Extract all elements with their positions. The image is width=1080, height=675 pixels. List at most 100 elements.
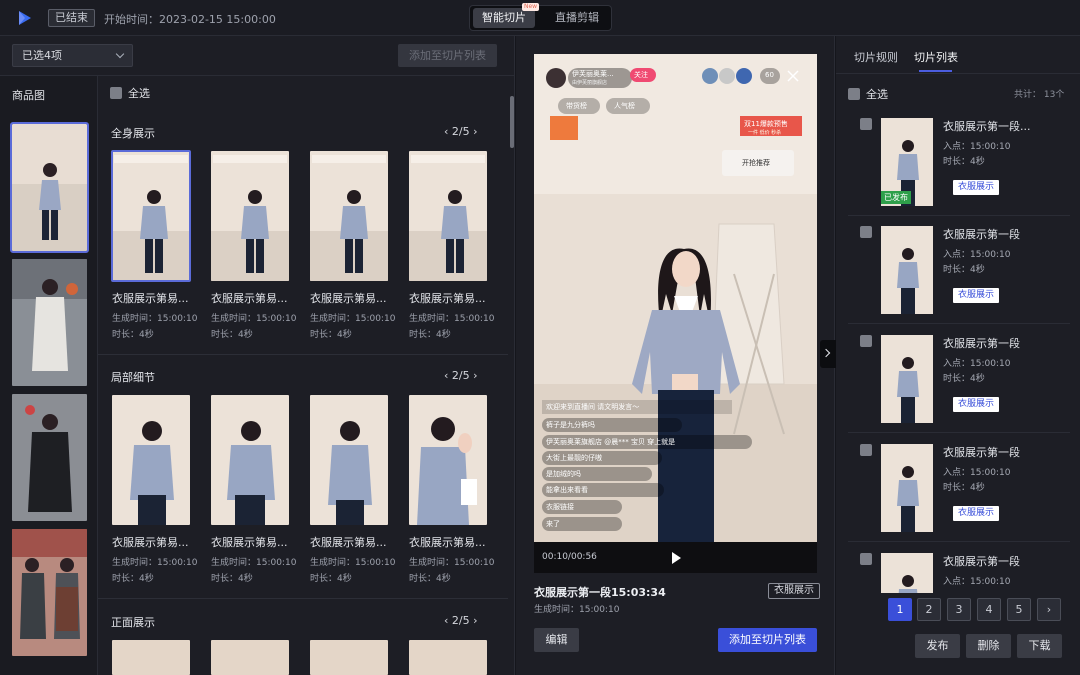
select-all-checkbox[interactable] <box>110 87 122 99</box>
clip-card[interactable] <box>112 640 190 675</box>
divider <box>98 598 508 599</box>
clip-card[interactable]: 衣服展示第易... 生成时间：15:00:10 时长：4秒 <box>310 395 396 584</box>
item-in-point: 入点：15:00:10 <box>943 359 1011 369</box>
tab-clip-list[interactable]: 切片列表 <box>914 49 958 65</box>
right-panel: 切片规则 切片列表 全选 共计： 13个 已发布 衣服展示第一段... 入点：1… <box>836 36 1080 675</box>
item-checkbox[interactable] <box>860 335 872 347</box>
page-button[interactable]: 2 <box>917 598 941 621</box>
clip-time: 生成时间：15:00:10 <box>112 314 198 324</box>
add-to-list-button[interactable]: 添加至切片列表 <box>718 628 817 652</box>
video-time: 00:10/00:56 <box>542 552 597 562</box>
add-to-list-button-disabled[interactable]: 添加至切片列表 <box>398 44 497 67</box>
item-thumbnail: 已发布 <box>881 118 933 206</box>
follow-button[interactable]: 关注 <box>634 70 648 80</box>
clip-title: 衣服展示第易... <box>211 292 288 305</box>
select-all-checkbox[interactable] <box>848 88 860 100</box>
chat-comment: 衣服链接 <box>546 503 574 511</box>
item-duration: 时长：4秒 <box>943 374 985 384</box>
tab-live-edit[interactable]: 直播剪辑 <box>546 8 608 28</box>
next-page-button[interactable]: › <box>1037 598 1061 621</box>
download-button[interactable]: 下载 <box>1017 634 1062 658</box>
clip-card[interactable]: 衣服展示第易... 生成时间：15:00:10 时长：4秒 <box>211 395 296 584</box>
selected-dropdown[interactable]: 已选4项 <box>12 44 133 67</box>
tab-smart-clip[interactable]: 智能切片 <box>473 8 535 28</box>
divider <box>836 73 1080 74</box>
page-button[interactable]: 4 <box>977 598 1001 621</box>
left-panel: 已选4项 添加至切片列表 商品图 全选 全身展示 ‹ 2/5 › 衣服展示第易.… <box>0 36 515 675</box>
section-pager: ‹ 2/5 › <box>444 125 478 138</box>
product-thumb[interactable] <box>12 529 87 656</box>
item-title: 衣服展示第一段 <box>943 228 1020 241</box>
item-tag: 衣服展示 <box>953 397 1000 412</box>
chevron-left-icon[interactable]: ‹ <box>444 125 448 138</box>
select-all-row[interactable]: 全选 <box>848 86 888 102</box>
clip-card[interactable] <box>310 640 388 675</box>
chevron-right-icon[interactable]: › <box>473 614 477 627</box>
play-icon[interactable] <box>672 552 681 564</box>
select-all-row[interactable]: 全选 <box>110 85 150 101</box>
clip-time: 生成时间：15:00:10 <box>409 314 495 324</box>
delete-button[interactable]: 删除 <box>966 634 1011 658</box>
clip-thumbnail <box>409 640 487 675</box>
item-duration: 时长：4秒 <box>943 483 985 493</box>
edit-button[interactable]: 编辑 <box>534 628 579 652</box>
clip-card[interactable]: 衣服展示第易... 生成时间：15:00:10 时长：4秒 <box>409 395 494 584</box>
clip-thumbnail <box>211 151 289 281</box>
scrollbar[interactable] <box>510 96 514 148</box>
item-checkbox[interactable] <box>860 118 872 130</box>
viewer-count: 60 <box>765 71 774 79</box>
clip-gen-time: 生成时间：15:00:10 <box>534 605 620 615</box>
page-button[interactable]: 3 <box>947 598 971 621</box>
item-duration: 时长：4秒 <box>943 157 985 167</box>
active-tab-indicator <box>919 70 952 72</box>
collapse-panel-button[interactable] <box>820 340 836 368</box>
chevron-left-icon[interactable]: ‹ <box>444 614 448 627</box>
section-title: 局部细节 <box>111 371 155 384</box>
clip-card[interactable]: 衣服展示第易... 生成时间：15:00:10 时长：4秒 <box>111 150 198 340</box>
clip-card[interactable]: 衣服展示第易... 生成时间：15:00:10 时长：4秒 <box>112 395 198 584</box>
clip-card[interactable]: 衣服展示第易... 生成时间：15:00:10 时长：4秒 <box>409 151 495 340</box>
clip-time: 生成时间：15:00:10 <box>310 558 396 568</box>
page-button[interactable]: 5 <box>1007 598 1031 621</box>
page-button[interactable]: 1 <box>888 598 912 621</box>
product-card[interactable]: 开抢推荐 <box>742 158 770 168</box>
product-thumb[interactable] <box>12 259 87 386</box>
tab-clip-rules[interactable]: 切片规则 <box>854 49 898 65</box>
clip-time: 生成时间：15:00:10 <box>211 314 297 324</box>
item-tag: 衣服展示 <box>953 288 1000 303</box>
product-thumb[interactable] <box>12 394 87 521</box>
list-item[interactable]: 衣服展示第一段 入点：15:00:10 时长：4秒 衣服展示 <box>848 216 1070 324</box>
pager-label: 2/5 <box>451 125 470 138</box>
video-controls: 00:10/00:56 <box>534 542 817 573</box>
publish-button[interactable]: 发布 <box>915 634 960 658</box>
list-item[interactable]: 已发布 衣服展示第一段... 入点：15:00:10 时长：4秒 衣服展示 <box>848 108 1070 216</box>
clip-title: 衣服展示第易... <box>112 536 189 549</box>
clip-card[interactable]: 衣服展示第易... 生成时间：15:00:10 时长：4秒 <box>211 151 297 340</box>
clip-card[interactable] <box>409 640 487 675</box>
preview-panel: 伊芙丽奥莱... 由伊芙丽旗舰店 关注 60 带货榜 人气榜 双11爆款预售 一… <box>516 36 835 675</box>
item-in-point: 入点：15:00:10 <box>943 577 1011 587</box>
chat-comment: 裤子是九分裤吗 <box>546 421 595 429</box>
list-item[interactable]: 衣服展示第一段 入点：15:00:10 <box>848 543 1070 593</box>
clip-title: 衣服展示第易... <box>409 536 486 549</box>
list-item[interactable]: 衣服展示第一段 入点：15:00:10 时长：4秒 衣服展示 <box>848 434 1070 542</box>
clip-card[interactable] <box>211 640 289 675</box>
clip-time: 生成时间：15:00:10 <box>112 558 198 568</box>
new-tag: New <box>522 3 540 11</box>
published-badge: 已发布 <box>881 191 911 204</box>
item-tag: 衣服展示 <box>953 180 1000 195</box>
list-item[interactable]: 衣服展示第一段 入点：15:00:10 时长：4秒 衣服展示 <box>848 325 1070 433</box>
clip-card[interactable]: 衣服展示第易... 生成时间：15:00:10 时长：4秒 <box>310 151 395 340</box>
chevron-left-icon[interactable]: ‹ <box>444 369 448 382</box>
video-player[interactable]: 伊芙丽奥莱... 由伊芙丽旗舰店 关注 60 带货榜 人气榜 双11爆款预售 一… <box>534 54 817 573</box>
product-thumb[interactable] <box>10 122 89 253</box>
item-checkbox[interactable] <box>860 553 872 565</box>
product-header: 商品图 <box>12 89 45 102</box>
clip-thumbnail <box>112 640 190 675</box>
chevron-right-icon[interactable]: › <box>473 369 477 382</box>
chevron-right-icon[interactable]: › <box>473 125 477 138</box>
clip-duration: 时长：4秒 <box>409 574 451 584</box>
item-checkbox[interactable] <box>860 226 872 238</box>
clip-thumbnail <box>409 151 487 281</box>
item-checkbox[interactable] <box>860 444 872 456</box>
